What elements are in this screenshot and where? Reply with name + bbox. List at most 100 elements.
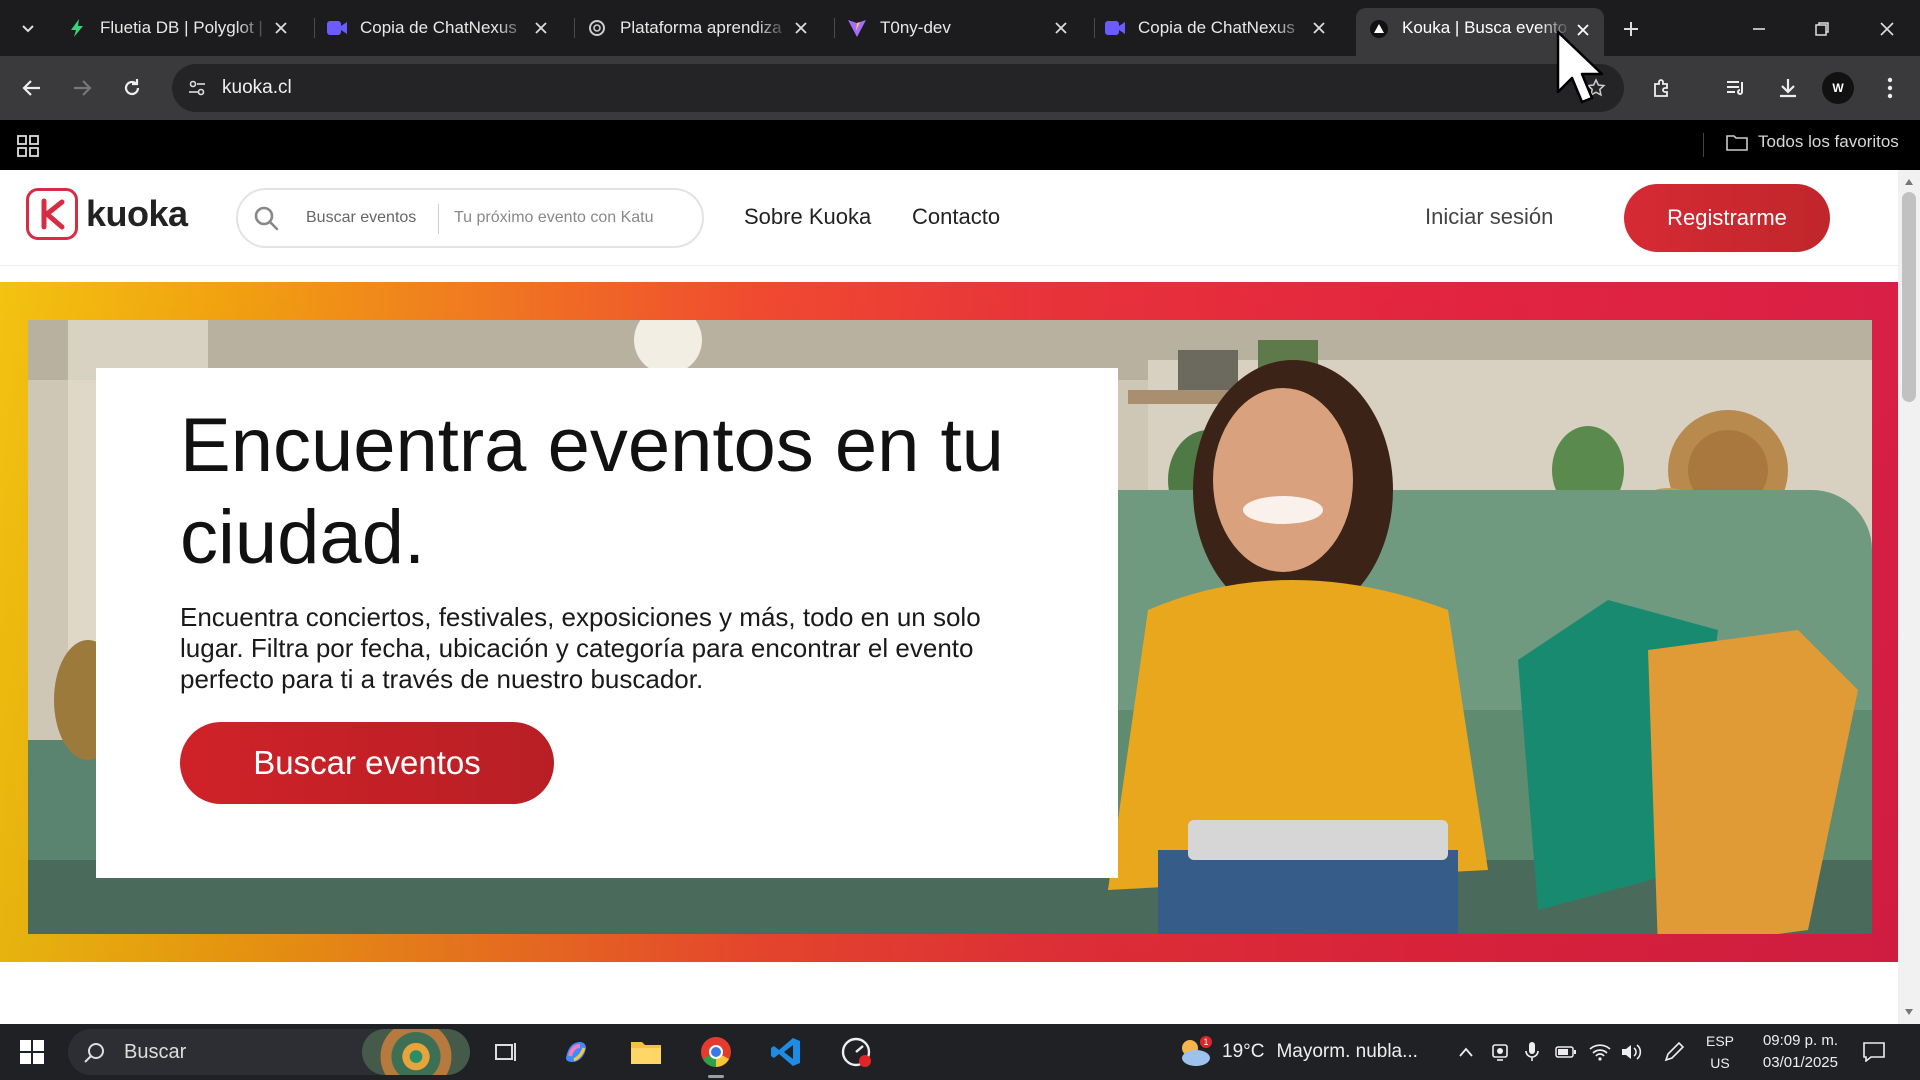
restore-icon[interactable] xyxy=(1805,12,1839,46)
windows-taskbar: Buscar 1 19°C Mayorm. nubla... ESP US 09… xyxy=(0,1024,1920,1080)
hero-subtitle: Encuentra conciertos, festivales, exposi… xyxy=(180,602,981,694)
lang-line-2: US xyxy=(1710,1055,1730,1071)
tab-separator xyxy=(574,18,575,38)
tab-title: Kouka | Busca evento xyxy=(1402,18,1568,37)
tab-separator xyxy=(314,18,315,38)
wifi-icon[interactable] xyxy=(1588,1040,1612,1064)
bolt-icon xyxy=(66,17,88,39)
all-bookmarks-label: Todos los favoritos xyxy=(1758,132,1899,151)
search-label: Buscar eventos xyxy=(306,209,417,226)
scroll-up-arrow-icon[interactable] xyxy=(1903,176,1915,188)
screen-recorder-icon[interactable] xyxy=(836,1032,876,1072)
clock-time: 09:09 p. m. xyxy=(1762,1032,1838,1049)
tab-chatnexus-2[interactable]: Copia de ChatNexus xyxy=(1104,8,1340,48)
video-icon xyxy=(326,17,348,39)
battery-icon[interactable] xyxy=(1554,1040,1578,1064)
close-tab-icon[interactable] xyxy=(1050,17,1072,39)
extensions-puzzle-icon[interactable] xyxy=(1646,72,1678,104)
openai-icon xyxy=(586,17,608,39)
close-window-icon[interactable] xyxy=(1870,12,1904,46)
browser-toolbar: kuoka.cl W xyxy=(0,56,1920,120)
search-input[interactable]: Tu próximo evento con Katu xyxy=(454,209,654,227)
download-icon[interactable] xyxy=(1772,72,1804,104)
scrollbar-thumb[interactable] xyxy=(1902,192,1916,402)
weather-desc: Mayorm. nubla... xyxy=(1276,1041,1418,1062)
login-link[interactable]: Iniciar sesión xyxy=(1425,204,1553,230)
logo-text: kuoka xyxy=(86,193,188,234)
page-viewport: kuoka Buscar eventos Tu próximo evento c… xyxy=(0,170,1898,1024)
hero-card: Encuentra eventos en tu ciudad. Encuentr… xyxy=(96,368,1118,878)
weather-alert-badge: 1 xyxy=(1203,1037,1208,1047)
close-tab-icon[interactable] xyxy=(790,17,812,39)
search-events-button[interactable]: Buscar eventos xyxy=(180,722,554,804)
tab-chatnexus-1[interactable]: Copia de ChatNexus xyxy=(326,8,562,48)
weather-cloud-icon: 1 xyxy=(1176,1036,1212,1068)
camera-in-use-icon[interactable] xyxy=(1488,1040,1512,1064)
pen-icon[interactable] xyxy=(1662,1040,1686,1064)
hero-title: Encuentra eventos en tu ciudad. xyxy=(180,403,1004,580)
tab-plataforma[interactable]: Plataforma aprendiza xyxy=(586,8,822,48)
bookmarks-bar: Todos los favoritos xyxy=(0,120,1920,170)
minimize-icon[interactable] xyxy=(1742,12,1776,46)
folder-icon xyxy=(1726,133,1748,151)
page-scrollbar[interactable] xyxy=(1898,170,1920,1024)
more-menu-icon[interactable] xyxy=(1874,72,1906,104)
weather-temp: 19°C xyxy=(1222,1041,1265,1062)
kuoka-logo[interactable]: kuoka xyxy=(26,188,188,240)
microphone-icon[interactable] xyxy=(1520,1040,1544,1064)
reload-icon[interactable] xyxy=(116,72,148,104)
weather-widget[interactable]: 1 19°C Mayorm. nubla... xyxy=(1176,1036,1418,1068)
scroll-down-arrow-icon[interactable] xyxy=(1903,1006,1915,1018)
close-tab-icon[interactable] xyxy=(1308,17,1330,39)
search-highlight-art xyxy=(362,1029,470,1075)
clock-date: 03/01/2025 xyxy=(1762,1054,1838,1071)
url-text: kuoka.cl xyxy=(222,77,292,98)
tab-separator xyxy=(834,18,835,38)
browser-tab-bar: Fluetia DB | Polyglot | Copia de ChatNex… xyxy=(0,0,1920,56)
volume-icon[interactable] xyxy=(1620,1040,1644,1064)
tab-tony-dev[interactable]: T0ny-dev xyxy=(846,8,1082,48)
search-icon xyxy=(82,1041,106,1065)
profile-avatar[interactable]: W xyxy=(1822,72,1854,104)
taskbar-search[interactable]: Buscar xyxy=(68,1029,470,1075)
search-icon xyxy=(250,202,282,234)
system-clock[interactable]: 09:09 p. m. 03/01/2025 xyxy=(1752,1030,1838,1074)
tab-title: Fluetia DB | Polyglot | xyxy=(100,18,263,37)
site-header: kuoka Buscar eventos Tu próximo evento c… xyxy=(0,170,1898,266)
tab-title: Copia de ChatNexus xyxy=(1138,18,1295,37)
tab-title: Copia de ChatNexus xyxy=(360,18,517,37)
file-explorer-icon[interactable] xyxy=(626,1032,666,1072)
task-view-icon[interactable] xyxy=(486,1032,526,1072)
chevron-up-icon[interactable] xyxy=(1454,1040,1478,1064)
apps-grid-icon[interactable] xyxy=(14,132,42,160)
back-arrow-icon[interactable] xyxy=(16,72,48,104)
chrome-icon[interactable] xyxy=(696,1032,736,1078)
taskbar-search-label: Buscar xyxy=(124,1041,187,1063)
tab-fluetia[interactable]: Fluetia DB | Polyglot | xyxy=(66,8,302,48)
kuoka-favicon xyxy=(1368,18,1390,40)
tab-title: Plataforma aprendiza xyxy=(620,18,782,37)
notification-center-icon[interactable] xyxy=(1860,1038,1888,1066)
nav-link-sobre-kuoka[interactable]: Sobre Kuoka xyxy=(744,204,871,230)
event-search-box[interactable]: Buscar eventos Tu próximo evento con Kat… xyxy=(236,188,704,248)
forward-arrow-icon[interactable] xyxy=(66,72,98,104)
all-bookmarks-button[interactable]: Todos los favoritos xyxy=(1726,132,1899,152)
windows-start-icon[interactable] xyxy=(18,1038,46,1066)
close-tab-icon[interactable] xyxy=(530,17,552,39)
kuoka-logo-mark-icon xyxy=(26,188,78,240)
vite-icon xyxy=(846,17,868,39)
site-settings-icon[interactable] xyxy=(182,73,212,103)
new-tab-plus-icon[interactable] xyxy=(1616,14,1646,44)
search-divider xyxy=(438,204,439,234)
register-button[interactable]: Registrarme xyxy=(1624,184,1830,252)
bookmarks-separator xyxy=(1703,133,1704,157)
tab-search-chevron-icon[interactable] xyxy=(14,14,42,42)
close-tab-icon[interactable] xyxy=(270,17,292,39)
mouse-cursor-icon xyxy=(1556,30,1604,104)
nav-link-contacto[interactable]: Contacto xyxy=(912,204,1000,230)
vscode-icon[interactable] xyxy=(766,1032,806,1072)
copilot-icon[interactable] xyxy=(556,1032,596,1072)
media-controls-icon[interactable] xyxy=(1720,72,1752,104)
address-bar[interactable]: kuoka.cl xyxy=(172,64,1624,112)
input-language-indicator[interactable]: ESP US xyxy=(1706,1030,1734,1074)
